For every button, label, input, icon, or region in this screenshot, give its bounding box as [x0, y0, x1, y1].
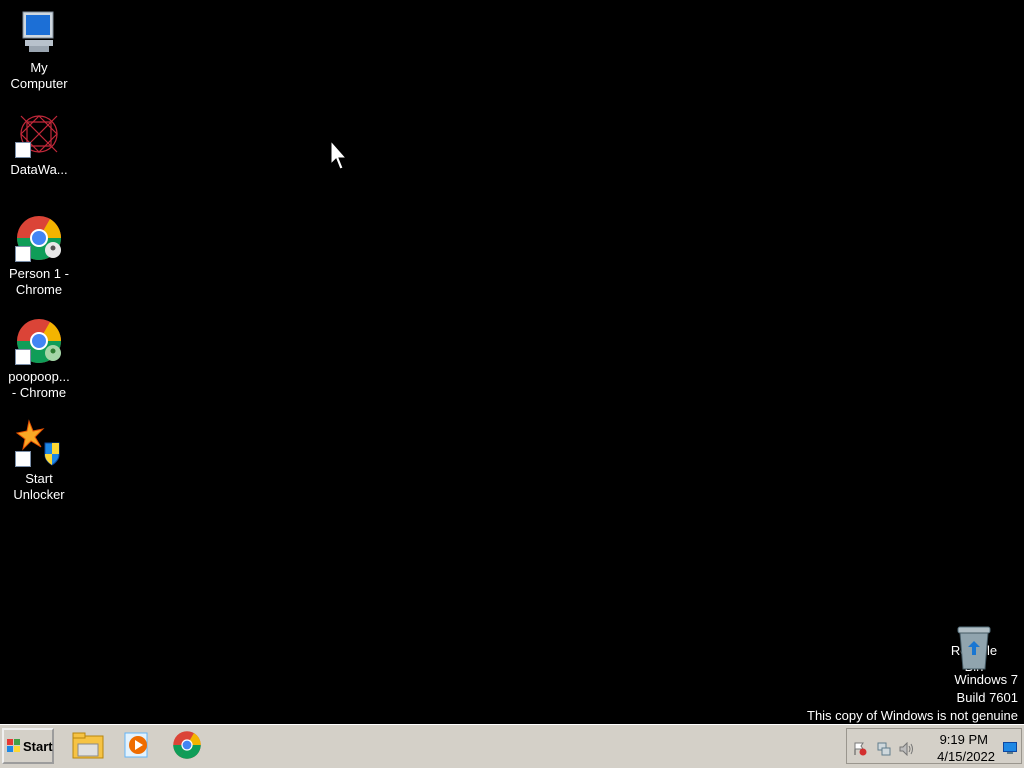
- unlocker-icon: [15, 419, 63, 467]
- datawa-app-icon: [15, 110, 63, 158]
- volume-icon[interactable]: [899, 741, 913, 757]
- chrome-icon: [172, 730, 202, 765]
- taskbar: Start 9:19 PM 4/15/2022: [0, 724, 1024, 768]
- clock-time[interactable]: 9:19 PM: [940, 732, 988, 747]
- windows-genuine-watermark: Windows 7 Build 7601 This copy of Window…: [807, 671, 1018, 725]
- show-desktop-icon[interactable]: [1003, 741, 1017, 755]
- system-tray: 9:19 PM 4/15/2022: [846, 728, 1022, 764]
- desktop-icon-start-unlocker[interactable]: Start Unlocker: [1, 419, 77, 503]
- start-label: Start: [23, 738, 53, 754]
- file-explorer-icon: [72, 730, 104, 765]
- clock-date[interactable]: 4/15/2022: [937, 749, 995, 764]
- desktop-icon-recycle-bin[interactable]: Recycle Bin: [936, 625, 1012, 675]
- media-player-icon: [123, 731, 151, 764]
- desktop-icon-label: DataWa...: [10, 162, 68, 177]
- action-center-flag-icon[interactable]: [853, 742, 867, 756]
- desktop: My Computer DataWa... Person 1 - Chrome …: [0, 0, 1024, 724]
- chrome-icon: [15, 214, 63, 262]
- network-icon[interactable]: [877, 742, 891, 756]
- watermark-line: This copy of Windows is not genuine: [807, 708, 1018, 723]
- watermark-line: Build 7601: [956, 690, 1018, 705]
- shortcut-arrow-icon: [15, 349, 31, 365]
- recycle-bin-icon: [954, 625, 994, 671]
- windows-logo-icon: [7, 739, 21, 753]
- desktop-icon-datawa[interactable]: DataWa...: [1, 110, 77, 178]
- taskbar-chrome-button[interactable]: [169, 729, 205, 765]
- taskbar-file-explorer-button[interactable]: [70, 729, 106, 765]
- start-button[interactable]: Start: [2, 728, 54, 764]
- desktop-icon-my-computer[interactable]: My Computer: [1, 8, 77, 92]
- shortcut-arrow-icon: [15, 246, 31, 262]
- mouse-cursor-icon: [330, 139, 348, 175]
- desktop-icon-person1-chrome[interactable]: Person 1 - Chrome: [1, 214, 77, 298]
- chrome-icon: [15, 317, 63, 365]
- desktop-icon-label: Person 1 - Chrome: [9, 266, 69, 297]
- shortcut-arrow-icon: [15, 451, 31, 467]
- desktop-icon-poopoop-chrome[interactable]: poopoop... - Chrome: [1, 317, 77, 401]
- desktop-icon-label: poopoop... - Chrome: [8, 369, 70, 400]
- computer-icon: [15, 8, 63, 56]
- desktop-icon-label: Start Unlocker: [13, 471, 65, 502]
- taskbar-media-player-button[interactable]: [119, 729, 155, 765]
- shortcut-arrow-icon: [15, 142, 31, 158]
- desktop-icon-label: My Computer: [10, 60, 68, 91]
